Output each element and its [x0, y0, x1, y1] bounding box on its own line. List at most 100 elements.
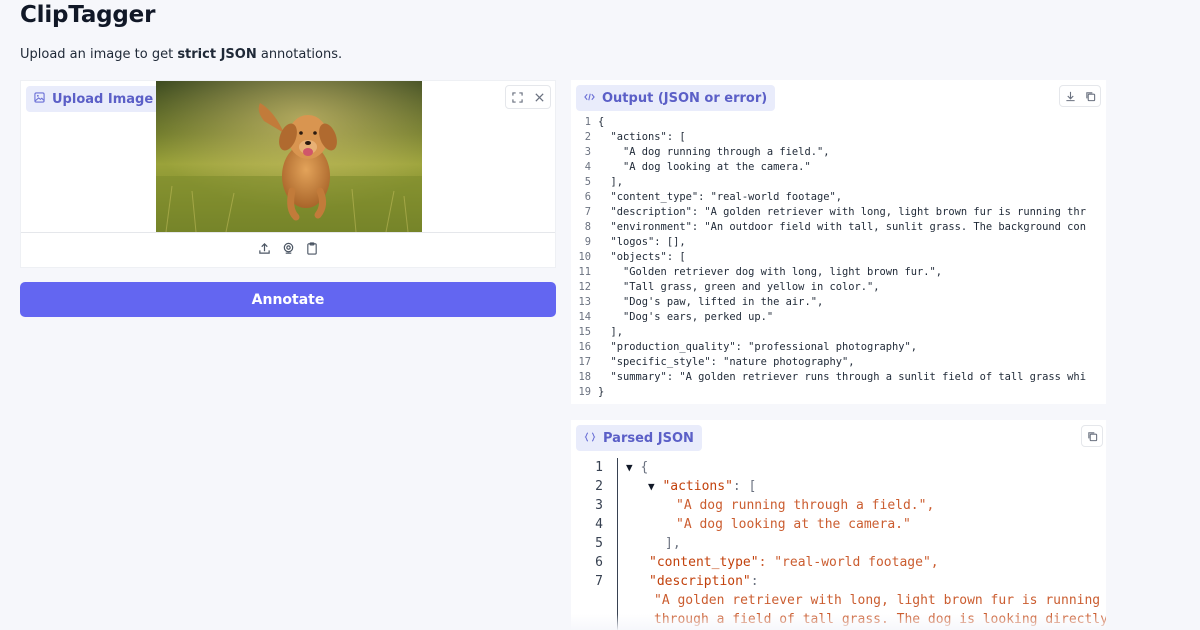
output-tools	[1059, 85, 1101, 107]
code-text: "Golden retriever dog with long, light b…	[598, 266, 943, 278]
line-number: 16	[578, 341, 591, 353]
line-number: 2	[584, 131, 591, 143]
code-line: 8 "environment": "An outdoor field with …	[571, 220, 1106, 235]
code-text: "actions": [	[598, 131, 686, 143]
code-text: "specific_style": "nature photography",	[598, 356, 855, 368]
uploaded-dog-image[interactable]	[156, 81, 422, 232]
code-line: 9 "logos": [],	[571, 235, 1106, 250]
braces-icon	[584, 431, 596, 445]
line-number: 5	[584, 176, 591, 188]
code-line: 5 ],	[571, 175, 1106, 190]
code-text: "A dog looking at the camera."	[598, 161, 811, 173]
line-number: 8	[584, 221, 591, 233]
parsed-json-label-text: Parsed JSON	[603, 430, 694, 446]
tree-line: 4 "A dog looking at the camera."	[595, 517, 911, 532]
code-line: 16 "production_quality": "professional p…	[571, 340, 1106, 355]
code-line: 17 "specific_style": "nature photography…	[571, 355, 1106, 370]
tree-line: 5 ],	[595, 536, 681, 551]
line-number: 12	[578, 281, 591, 293]
code-text: "production_quality": "professional phot…	[598, 341, 918, 353]
image-icon	[34, 92, 45, 106]
webcam-icon[interactable]	[281, 240, 295, 256]
subtitle-prefix: Upload an image to get	[20, 47, 178, 62]
upload-icon[interactable]	[257, 240, 271, 256]
output-label-text: Output (JSON or error)	[602, 90, 768, 106]
tree-line: "A golden retriever with long, light bro…	[654, 593, 1101, 608]
tree-line: 2 ▼ "actions": [	[595, 479, 757, 494]
app-subtitle: Upload an image to get strict JSON annot…	[20, 47, 342, 62]
upload-panel[interactable]: Upload Image	[20, 80, 556, 268]
tree-line: 6 "content_type": "real-world footage",	[595, 555, 939, 570]
code-line: 19}	[571, 385, 1106, 400]
collapse-toggle-icon[interactable]: ▼	[626, 461, 633, 474]
code-text: "objects": [	[598, 251, 686, 263]
line-number: 10	[578, 251, 591, 263]
output-label: Output (JSON or error)	[576, 85, 776, 111]
json-tree-view[interactable]: 1 ▼ { 2 ▼ "actions": [ 3 "A dog running …	[571, 458, 1106, 630]
bottom-fade	[0, 614, 1200, 630]
output-panel: Output (JSON or error) 1{2 "actions": [3…	[571, 80, 1106, 404]
upload-divider	[21, 232, 555, 233]
output-code-view[interactable]: 1{2 "actions": [3 "A dog running through…	[571, 115, 1106, 400]
line-number: 7	[584, 206, 591, 218]
tree-line: 7 "description":	[595, 574, 759, 589]
line-number: 4	[584, 161, 591, 173]
code-text: ],	[598, 176, 624, 188]
image-tools	[505, 85, 551, 109]
collapse-toggle-icon[interactable]: ▼	[648, 480, 655, 493]
code-line: 3 "A dog running through a field.",	[571, 145, 1106, 160]
code-text: "description": "A golden retriever with …	[598, 206, 1086, 218]
code-text: "Tall grass, green and yellow in color."…	[598, 281, 880, 293]
line-number: 13	[578, 296, 591, 308]
code-text: "content_type": "real-world footage",	[598, 191, 842, 203]
close-icon[interactable]	[528, 86, 550, 108]
download-icon[interactable]	[1060, 86, 1080, 106]
upload-source-actions	[21, 240, 555, 256]
tree-line: 1 ▼ {	[595, 460, 649, 475]
line-number: 9	[584, 236, 591, 248]
code-text: }	[598, 386, 605, 398]
code-icon	[584, 92, 595, 105]
upload-image-label-text: Upload Image	[52, 91, 154, 107]
parsed-tools	[1081, 425, 1103, 447]
line-number: 6	[584, 191, 591, 203]
code-line: 13 "Dog's paw, lifted in the air.",	[571, 295, 1106, 310]
code-line: 6 "content_type": "real-world footage",	[571, 190, 1106, 205]
fullscreen-icon[interactable]	[506, 86, 528, 108]
code-line: 10 "objects": [	[571, 250, 1106, 265]
code-text: {	[598, 116, 605, 128]
code-text: "A dog running through a field.",	[598, 146, 830, 158]
code-text: "Dog's ears, perked up."	[598, 311, 774, 323]
code-text: "environment": "An outdoor field with ta…	[598, 221, 1086, 233]
code-line: 11 "Golden retriever dog with long, ligh…	[571, 265, 1106, 280]
subtitle-bold: strict JSON	[177, 47, 257, 62]
annotate-button[interactable]: Annotate	[20, 282, 556, 317]
line-number: 11	[578, 266, 591, 278]
code-line: 12 "Tall grass, green and yellow in colo…	[571, 280, 1106, 295]
code-line: 7 "description": "A golden retriever wit…	[571, 205, 1106, 220]
code-text: "Dog's paw, lifted in the air.",	[598, 296, 824, 308]
code-text: ],	[598, 326, 624, 338]
copy-icon[interactable]	[1080, 86, 1100, 106]
parsed-json-label: Parsed JSON	[576, 425, 702, 451]
subtitle-suffix: annotations.	[256, 47, 343, 62]
app-title: ClipTagger	[20, 2, 156, 28]
copy-icon[interactable]	[1082, 426, 1102, 446]
line-number: 3	[584, 146, 591, 158]
code-text: "summary": "A golden retriever runs thro…	[598, 371, 1086, 383]
line-number: 1	[584, 116, 591, 128]
code-line: 4 "A dog looking at the camera."	[571, 160, 1106, 175]
line-number: 15	[578, 326, 591, 338]
line-number: 14	[578, 311, 591, 323]
line-number: 18	[578, 371, 591, 383]
line-number: 19	[578, 386, 591, 398]
code-line: 14 "Dog's ears, perked up."	[571, 310, 1106, 325]
upload-image-label: Upload Image	[26, 86, 162, 112]
clipboard-icon[interactable]	[305, 240, 319, 256]
code-line: 15 ],	[571, 325, 1106, 340]
line-number: 17	[578, 356, 591, 368]
code-line: 18 "summary": "A golden retriever runs t…	[571, 370, 1106, 385]
code-text: "logos": [],	[598, 236, 686, 248]
code-line: 2 "actions": [	[571, 130, 1106, 145]
parsed-json-panel: Parsed JSON 1 ▼ { 2 ▼ "actions": [ 3 "A …	[571, 420, 1106, 630]
